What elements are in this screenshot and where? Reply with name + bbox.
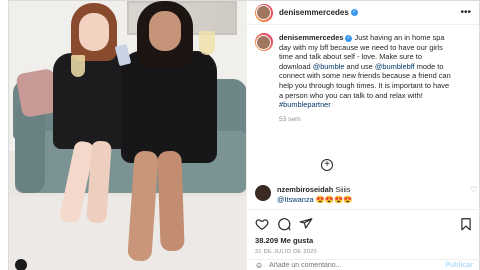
hashtag-link[interactable]: #bumblepartner bbox=[279, 100, 331, 109]
post-side-panel: denisemmercedes ✓ ••• denisemmercedes ✓ J… bbox=[245, 1, 480, 270]
action-icons bbox=[255, 215, 473, 233]
author-username[interactable]: denisemmercedes bbox=[279, 8, 349, 17]
author-avatar[interactable] bbox=[254, 3, 273, 22]
more-options-icon[interactable]: ••• bbox=[460, 7, 471, 18]
likes-count[interactable]: 38.209 Me gusta bbox=[255, 236, 473, 245]
photo-wine-glass bbox=[199, 31, 215, 55]
emoji-icon[interactable]: ☺ bbox=[255, 261, 263, 270]
photo-person-right-leg bbox=[157, 150, 185, 252]
post-photo[interactable] bbox=[9, 1, 246, 270]
comment-item: nzembiroseidah Siiiis @Itswanza 😍😍😍😍 ♡ bbox=[254, 185, 477, 204]
comment-input[interactable] bbox=[269, 262, 410, 269]
caption-text-part: and use bbox=[344, 61, 375, 71]
verified-icon: ✓ bbox=[350, 9, 358, 16]
heart-icon[interactable] bbox=[255, 217, 269, 231]
mention-link[interactable]: @Itswanza bbox=[277, 195, 314, 204]
photo-person-right-robe bbox=[121, 51, 217, 163]
share-icon[interactable] bbox=[299, 217, 313, 231]
caption-username[interactable]: denisemmercedes bbox=[279, 33, 344, 42]
caption-avatar[interactable] bbox=[254, 33, 273, 51]
photo-floor bbox=[9, 196, 246, 270]
mention-link[interactable]: @bumblebff bbox=[375, 62, 415, 71]
commenter-avatar[interactable] bbox=[254, 185, 271, 201]
add-comment-bar: ☺ Publicar bbox=[246, 259, 480, 270]
commenter-username[interactable]: nzembiroseidah bbox=[277, 185, 333, 194]
tag-people-button[interactable] bbox=[15, 259, 27, 270]
post-actions: 38.209 Me gusta 31 DE JULIO DE 2020 bbox=[246, 209, 480, 255]
load-more-comments-button[interactable]: + bbox=[320, 159, 333, 171]
bookmark-icon[interactable] bbox=[459, 217, 473, 231]
caption-text: denisemmercedes ✓ Just having an in home … bbox=[279, 33, 451, 110]
like-comment-icon[interactable]: ♡ bbox=[470, 185, 477, 204]
comment-emojis: 😍😍😍😍 bbox=[315, 194, 353, 204]
publish-button[interactable]: Publicar bbox=[445, 262, 473, 269]
comment-icon[interactable] bbox=[277, 217, 291, 231]
caption-time[interactable]: 53 sem bbox=[279, 116, 451, 123]
mention-link[interactable]: @bumble bbox=[313, 62, 345, 71]
photo-person-right-face bbox=[149, 11, 181, 51]
instagram-post: denisemmercedes ✓ ••• denisemmercedes ✓ J… bbox=[8, 0, 480, 270]
photo-person-left-face bbox=[79, 13, 109, 51]
photo-wine-glass bbox=[71, 55, 85, 77]
comment-text: nzembiroseidah Siiiis @Itswanza 😍😍😍😍 bbox=[277, 185, 447, 204]
photo-person-left-robe bbox=[53, 53, 129, 149]
comment-body: Siiiis bbox=[333, 185, 351, 194]
post-date: 31 DE JULIO DE 2020 bbox=[254, 249, 317, 255]
post-caption: denisemmercedes ✓ Just having an in home … bbox=[247, 25, 479, 123]
post-header: denisemmercedes ✓ ••• bbox=[246, 1, 479, 25]
